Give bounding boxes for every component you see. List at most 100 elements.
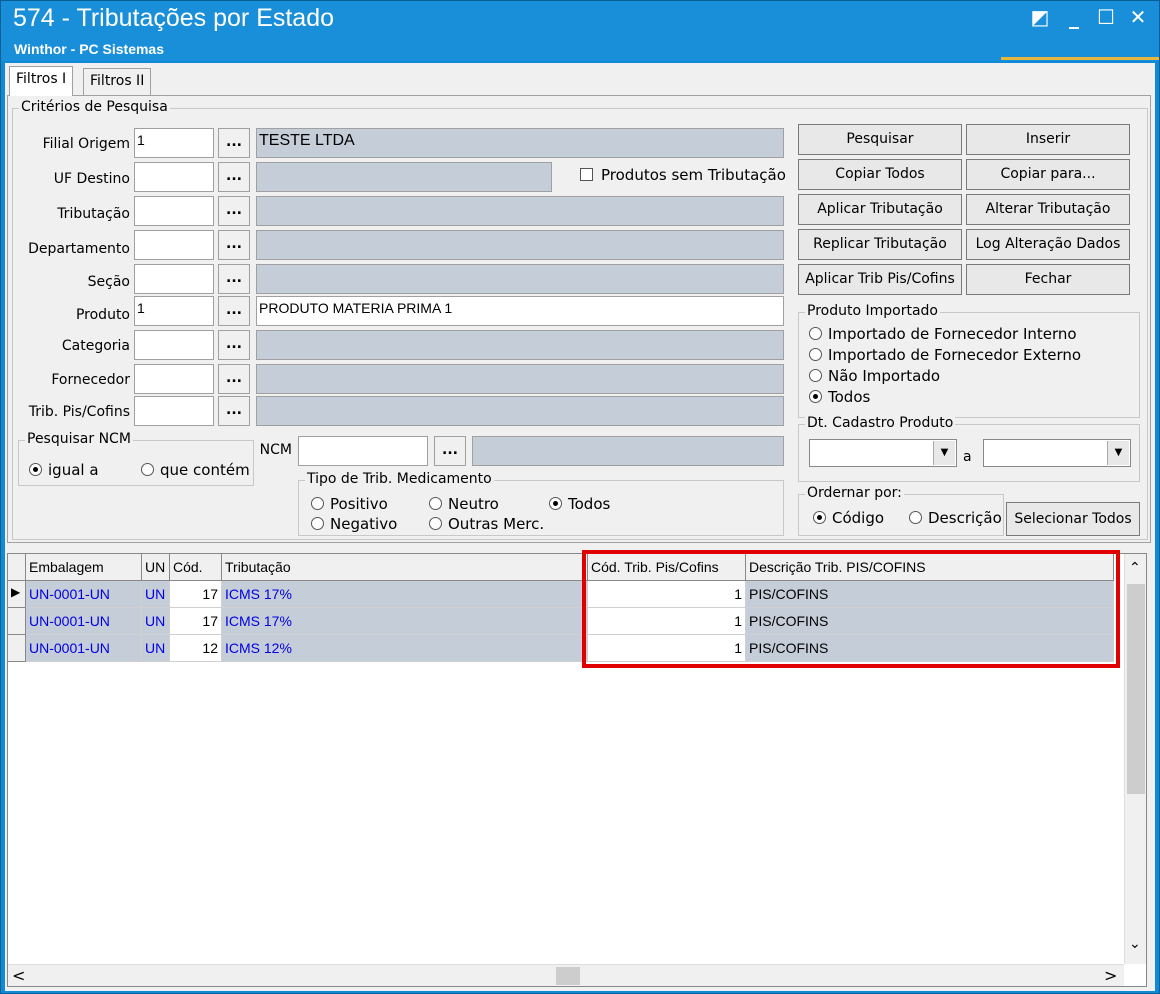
produto-lookup-button[interactable]: ... xyxy=(218,296,250,326)
filial-origem-code-input[interactable]: 1 xyxy=(134,128,214,158)
tributacao-code-input[interactable] xyxy=(134,196,214,226)
dt-cadastro-start-combo[interactable]: ▼ xyxy=(809,439,957,467)
radio-igual-a[interactable]: igual a xyxy=(29,461,99,479)
produto-code-input[interactable]: 1 xyxy=(134,296,214,326)
radio-importado-externo-dot[interactable] xyxy=(809,348,822,361)
filial-origem-lookup-button[interactable]: ... xyxy=(218,128,250,158)
secao-code-input[interactable] xyxy=(134,264,214,294)
radio-nao-importado[interactable]: Não Importado xyxy=(809,367,940,385)
categoria-lookup-button[interactable]: ... xyxy=(218,330,250,360)
col-header-un[interactable]: UN xyxy=(142,554,170,581)
radio-importado-externo[interactable]: Importado de Fornecedor Externo xyxy=(809,346,1081,364)
scroll-down-icon[interactable]: ⌄ xyxy=(1129,936,1141,952)
chevron-down-icon[interactable]: ▼ xyxy=(933,441,955,465)
copiar-todos-button[interactable]: Copiar Todos xyxy=(798,159,962,190)
radio-importado-interno[interactable]: Importado de Fornecedor Interno xyxy=(809,325,1077,343)
uf-destino-lookup-button[interactable]: ... xyxy=(218,162,250,192)
radio-todos-importado-dot[interactable] xyxy=(809,390,822,403)
alterar-tributacao-button[interactable]: Alterar Tributação xyxy=(966,194,1130,225)
radio-outras-merc[interactable]: Outras Merc. xyxy=(429,515,544,533)
radio-negativo[interactable]: Negativo xyxy=(311,515,397,533)
secao-lookup-button[interactable]: ... xyxy=(218,264,250,294)
radio-que-contem-dot[interactable] xyxy=(141,463,154,476)
radio-que-contem[interactable]: que contém xyxy=(141,461,250,479)
cell-un[interactable]: UN xyxy=(142,635,170,662)
fornecedor-lookup-button[interactable]: ... xyxy=(218,364,250,394)
departamento-code-input[interactable] xyxy=(134,230,214,260)
radio-codigo[interactable]: Código xyxy=(813,509,884,527)
aplicar-trib-pis-cofins-button[interactable]: Aplicar Trib Pis/Cofins xyxy=(798,264,962,295)
radio-todos-trib[interactable]: Todos xyxy=(549,495,610,513)
close-button[interactable]: ✕ xyxy=(1123,5,1153,29)
log-alteracao-dados-button[interactable]: Log Alteração Dados xyxy=(966,229,1130,260)
radio-positivo-dot[interactable] xyxy=(311,497,324,510)
tab-filtros-2[interactable]: Filtros II xyxy=(83,68,152,96)
copiar-para-button[interactable]: Copiar para... xyxy=(966,159,1130,190)
fechar-button[interactable]: Fechar xyxy=(966,264,1130,295)
radio-negativo-dot[interactable] xyxy=(311,517,324,530)
dt-cadastro-end-combo[interactable]: ▼ xyxy=(983,439,1131,467)
cell-embalagem[interactable]: UN-0001-UN xyxy=(26,581,142,608)
col-header-tributacao[interactable]: Tributação xyxy=(222,554,588,581)
cell-tributacao[interactable]: ICMS 12% xyxy=(222,635,588,662)
radio-neutro[interactable]: Neutro xyxy=(429,495,499,513)
radio-positivo[interactable]: Positivo xyxy=(311,495,388,513)
radio-neutro-dot[interactable] xyxy=(429,497,442,510)
radio-outras-merc-dot[interactable] xyxy=(429,517,442,530)
radio-igual-a-label: igual a xyxy=(48,461,99,479)
cell-embalagem[interactable]: UN-0001-UN xyxy=(26,635,142,662)
pesquisar-button[interactable]: Pesquisar xyxy=(798,124,962,155)
horizontal-scrollbar[interactable]: < > xyxy=(8,964,1124,986)
uf-destino-code-input[interactable] xyxy=(134,162,214,192)
col-header-cod[interactable]: Cód. xyxy=(170,554,222,581)
scroll-left-icon[interactable]: < xyxy=(12,966,25,985)
cell-cod[interactable]: 17 xyxy=(170,581,222,608)
vertical-scroll-thumb[interactable] xyxy=(1127,584,1145,794)
maximize-button[interactable]: ☐ xyxy=(1091,5,1121,29)
ncm-lookup-button[interactable]: ... xyxy=(434,436,466,466)
radio-nao-importado-dot[interactable] xyxy=(809,369,822,382)
selecionar-todos-button[interactable]: Selecionar Todos xyxy=(1006,502,1140,536)
label-produto: Produto xyxy=(75,307,130,323)
title-bar[interactable]: 574 - Tributações por Estado Winthor - P… xyxy=(1,1,1159,61)
categoria-code-input[interactable] xyxy=(134,330,214,360)
radio-todos-trib-dot[interactable] xyxy=(549,497,562,510)
tab-filtros-1[interactable]: Filtros I xyxy=(9,66,74,96)
scroll-up-icon[interactable]: ⌃ xyxy=(1129,560,1141,576)
radio-todos-importado[interactable]: Todos xyxy=(809,388,870,406)
vertical-scrollbar[interactable]: ⌃ ⌄ xyxy=(1124,554,1146,964)
minimize-button[interactable]: _ xyxy=(1059,5,1089,29)
radio-igual-a-dot[interactable] xyxy=(29,463,42,476)
cell-un[interactable]: UN xyxy=(142,581,170,608)
trib-pis-cofins-desc xyxy=(256,396,784,426)
tributacao-lookup-button[interactable]: ... xyxy=(218,196,250,226)
produtos-sem-tributacao-checkbox[interactable]: Produtos sem Tributação xyxy=(580,166,786,184)
aplicar-tributacao-button[interactable]: Aplicar Tributação xyxy=(798,194,962,225)
horizontal-scroll-thumb[interactable] xyxy=(556,967,580,985)
fornecedor-code-input[interactable] xyxy=(134,364,214,394)
cell-embalagem[interactable]: UN-0001-UN xyxy=(26,608,142,635)
radio-descricao-dot[interactable] xyxy=(909,511,922,524)
radio-codigo-dot[interactable] xyxy=(813,511,826,524)
radio-importado-interno-dot[interactable] xyxy=(809,327,822,340)
radio-nao-importado-label: Não Importado xyxy=(828,367,941,385)
checkbox-box[interactable] xyxy=(580,168,593,181)
window-title: 574 - Tributações por Estado xyxy=(13,4,335,32)
departamento-lookup-button[interactable]: ... xyxy=(218,230,250,260)
inserir-button[interactable]: Inserir xyxy=(966,124,1130,155)
scroll-right-icon[interactable]: > xyxy=(1104,966,1117,985)
trib-pis-cofins-lookup-button[interactable]: ... xyxy=(218,396,250,426)
radio-descricao[interactable]: Descrição xyxy=(909,509,1002,527)
chevron-down-icon[interactable]: ▼ xyxy=(1107,441,1129,465)
trib-pis-cofins-code-input[interactable] xyxy=(134,396,214,426)
cell-cod[interactable]: 12 xyxy=(170,635,222,662)
results-grid[interactable]: Embalagem UN Cód. Tributação Cód. Trib. … xyxy=(7,550,1147,987)
cell-un[interactable]: UN xyxy=(142,608,170,635)
cell-tributacao[interactable]: ICMS 17% xyxy=(222,608,588,635)
cell-cod[interactable]: 17 xyxy=(170,608,222,635)
ncm-input[interactable] xyxy=(298,436,428,466)
replicar-tributacao-button[interactable]: Replicar Tributação xyxy=(798,229,962,260)
col-header-embalagem[interactable]: Embalagem xyxy=(26,554,142,581)
cell-tributacao[interactable]: ICMS 17% xyxy=(222,581,588,608)
restore-layout-icon[interactable]: ◩ xyxy=(1025,5,1055,29)
